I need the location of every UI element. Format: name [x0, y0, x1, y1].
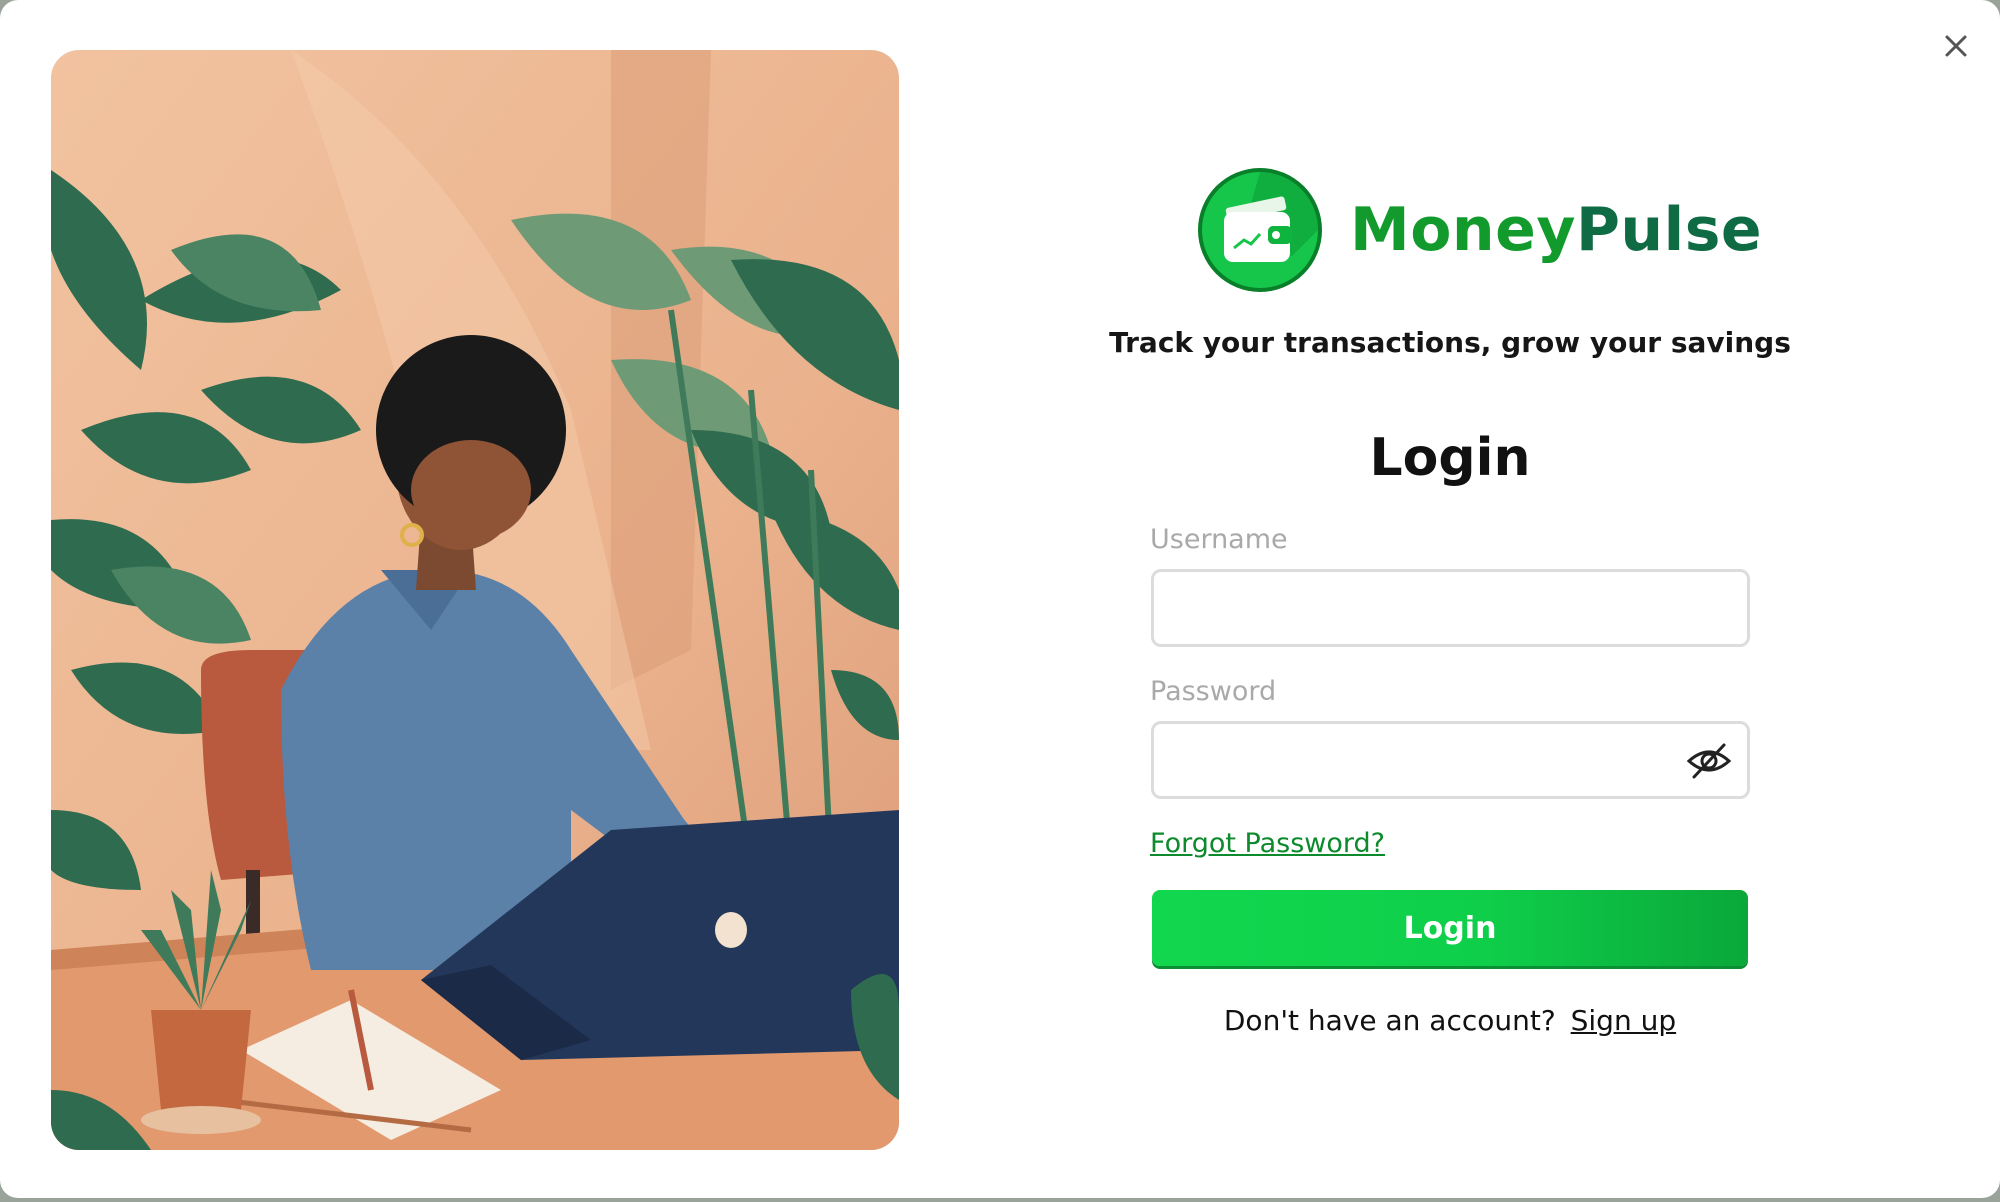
brand-name-part2: Pulse [1575, 195, 1763, 265]
brand-name: MoneyPulse [1350, 195, 1762, 265]
username-label: Username [1150, 524, 1288, 555]
password-visibility-toggle[interactable] [1684, 738, 1734, 784]
login-modal: MoneyPulse Track your transactions, grow… [0, 0, 2000, 1198]
close-icon [1945, 35, 1967, 57]
password-input[interactable] [1151, 721, 1750, 799]
login-button[interactable]: Login [1152, 890, 1748, 966]
illustration [51, 50, 899, 1150]
eye-off-icon [1686, 743, 1732, 779]
password-label: Password [1150, 676, 1277, 707]
brand-name-part1: Money [1350, 195, 1576, 265]
tagline: Track your transactions, grow your savin… [1109, 326, 1791, 359]
brand-header: MoneyPulse [1196, 166, 1762, 294]
username-input[interactable] [1151, 569, 1750, 647]
signup-row: Don't have an account? Sign up [1000, 1004, 1900, 1037]
close-button[interactable] [1934, 24, 1978, 68]
wallet-icon [1198, 168, 1322, 292]
illustration-panel [51, 50, 899, 1150]
form-title: Login [1369, 428, 1531, 488]
forgot-password-link[interactable]: Forgot Password? [1150, 828, 1385, 859]
signup-link[interactable]: Sign up [1571, 1004, 1677, 1037]
signup-prompt: Don't have an account? [1223, 1004, 1556, 1037]
